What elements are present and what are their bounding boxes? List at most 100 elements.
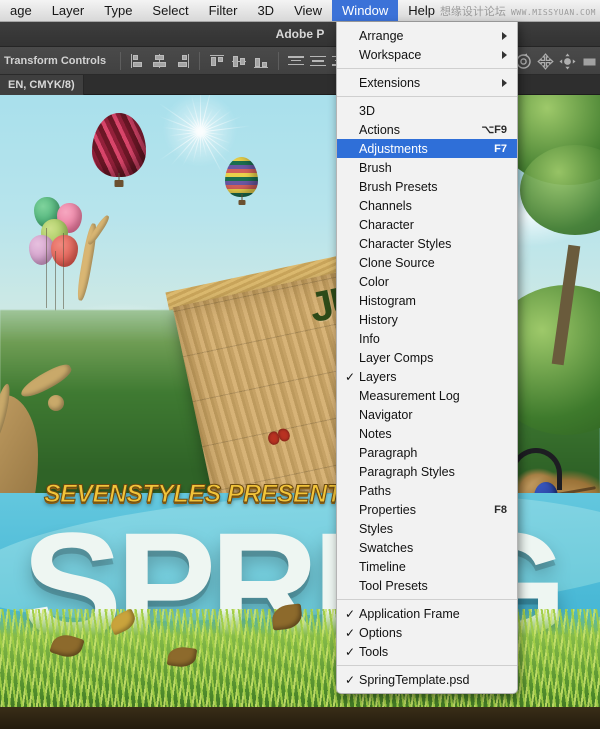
menu-item-label: Channels (359, 198, 412, 213)
align-horizontal-centers-icon[interactable] (149, 51, 171, 71)
balloon-envelope (92, 113, 146, 177)
menubar-item-3d[interactable]: 3D (247, 0, 284, 21)
menu-item-label: Tool Presets (359, 578, 428, 593)
menu-item-label: 3D (359, 103, 375, 118)
divider (278, 51, 280, 70)
menu-divider (337, 599, 517, 600)
window-menu-item-layers[interactable]: ✓ Layers (337, 367, 517, 386)
align-top-edges-icon[interactable] (206, 51, 228, 71)
window-menu-item-styles[interactable]: Styles (337, 519, 517, 538)
check-icon: ✓ (345, 644, 356, 659)
menu-item-label: Clone Source (359, 255, 435, 270)
menu-item-label: Measurement Log (359, 388, 460, 403)
window-menu-item-timeline[interactable]: Timeline (337, 557, 517, 576)
menu-item-label: Timeline (359, 559, 406, 574)
3d-pan-icon[interactable] (578, 51, 600, 71)
distribute-vertical-centers-icon[interactable] (307, 51, 329, 71)
window-menu-item-workspace[interactable]: Workspace (337, 45, 517, 64)
menubar-item-filter[interactable]: Filter (199, 0, 248, 21)
menu-divider (337, 96, 517, 97)
menu-item-label: Character (359, 217, 414, 232)
menubar-item-type[interactable]: Type (94, 0, 142, 21)
window-menu-item-tool-presets[interactable]: Tool Presets (337, 576, 517, 595)
window-menu-item-character-styles[interactable]: Character Styles (337, 234, 517, 253)
app-title: Adobe P (275, 27, 325, 41)
window-menu-item-brush[interactable]: Brush (337, 158, 517, 177)
divider (120, 51, 122, 70)
menu-item-label: Options (359, 625, 403, 640)
window-menu-item-channels[interactable]: Channels (337, 196, 517, 215)
menu-item-shortcut: F7 (494, 142, 507, 155)
chevron-right-icon (502, 50, 507, 59)
align-vertical-centers-icon[interactable] (228, 51, 250, 71)
align-right-edges-icon[interactable] (171, 51, 193, 71)
menu-item-label: Application Frame (359, 606, 460, 621)
antler-knob (48, 395, 64, 411)
window-menu-item-springtemplate-psd[interactable]: ✓ SpringTemplate.psd (337, 670, 517, 689)
window-menu-item-arrange[interactable]: Arrange (337, 26, 517, 45)
window-menu-item-3d[interactable]: 3D (337, 101, 517, 120)
align-left-edges-icon[interactable] (127, 51, 149, 71)
menu-item-label: Notes (359, 426, 392, 441)
align-bottom-edges-icon[interactable] (250, 51, 272, 71)
menu-item-label: Layers (359, 369, 397, 384)
menubar-item-view[interactable]: View (284, 0, 332, 21)
window-menu-item-layer-comps[interactable]: Layer Comps (337, 348, 517, 367)
window-menu-item-color[interactable]: Color (337, 272, 517, 291)
window-menu-item-brush-presets[interactable]: Brush Presets (337, 177, 517, 196)
check-icon: ✓ (345, 606, 356, 621)
menu-item-label: Paragraph (359, 445, 418, 460)
document-tab[interactable]: EN, CMYK/8) (0, 75, 84, 95)
menu-item-label: Arrange (359, 28, 404, 43)
menu-item-label: Swatches (359, 540, 414, 555)
window-menu-item-swatches[interactable]: Swatches (337, 538, 517, 557)
window-menu-dropdown[interactable]: Arrange Workspace Extensions 3D Actions ⌥F9 Ad… (336, 22, 518, 694)
window-menu-item-properties[interactable]: Properties F8 (337, 500, 517, 519)
app-menu-bar: age Layer Type Select Filter 3D View Window Help… (0, 0, 600, 22)
distribute-top-edges-icon[interactable] (285, 51, 307, 71)
window-menu-item-clone-source[interactable]: Clone Source (337, 253, 517, 272)
menu-item-label: Navigator (359, 407, 413, 422)
window-menu-item-notes[interactable]: Notes (337, 424, 517, 443)
menubar-item-age[interactable]: age (0, 0, 42, 21)
butterfly-icon (266, 426, 292, 447)
window-menu-item-measurement-log[interactable]: Measurement Log (337, 386, 517, 405)
menubar-item-help[interactable]: Help (398, 0, 445, 21)
window-menu-item-paragraph-styles[interactable]: Paragraph Styles (337, 462, 517, 481)
hot-air-balloon-multicolor (225, 157, 258, 205)
menubar-item-window[interactable]: Window (332, 0, 399, 21)
window-menu-item-options[interactable]: ✓ Options (337, 623, 517, 642)
window-menu-item-application-frame[interactable]: ✓ Application Frame (337, 604, 517, 623)
divider (199, 51, 201, 70)
menu-item-label: History (359, 312, 398, 327)
menubar-item-select[interactable]: Select (142, 0, 198, 21)
menu-item-label: Paragraph Styles (359, 464, 455, 479)
window-menu-item-adjustments[interactable]: Adjustments F7 (337, 139, 517, 158)
window-menu-item-history[interactable]: History (337, 310, 517, 329)
window-menu-item-actions[interactable]: Actions ⌥F9 (337, 120, 517, 139)
move-tool-icon[interactable] (534, 51, 556, 71)
transform-controls-label: Transform Controls (4, 54, 107, 67)
menu-item-label: Color (359, 274, 389, 289)
3d-orbit-icon[interactable] (556, 51, 578, 71)
menu-item-label: Character Styles (359, 236, 452, 251)
menu-item-label: Extensions (359, 75, 421, 90)
menu-item-label: Adjustments (359, 141, 428, 156)
menu-item-label: Paths (359, 483, 391, 498)
menu-item-label: Properties (359, 502, 416, 517)
window-menu-item-info[interactable]: Info (337, 329, 517, 348)
window-menu-item-character[interactable]: Character (337, 215, 517, 234)
window-menu-item-tools[interactable]: ✓ Tools (337, 642, 517, 661)
watermark-url-text: WWW.MISSYUAN.COM (510, 8, 596, 17)
window-menu-item-paths[interactable]: Paths (337, 481, 517, 500)
window-menu-item-paragraph[interactable]: Paragraph (337, 443, 517, 462)
window-menu-item-histogram[interactable]: Histogram (337, 291, 517, 310)
menu-item-label: SpringTemplate.psd (359, 672, 470, 687)
watermark-forum-text: 想缘设计论坛 (439, 6, 506, 18)
menu-item-label: Histogram (359, 293, 416, 308)
window-menu-item-extensions[interactable]: Extensions (337, 73, 517, 92)
menu-item-label: Brush (359, 160, 392, 175)
menubar-item-layer[interactable]: Layer (42, 0, 95, 21)
window-menu-item-navigator[interactable]: Navigator (337, 405, 517, 424)
menu-item-label: Info (359, 331, 380, 346)
